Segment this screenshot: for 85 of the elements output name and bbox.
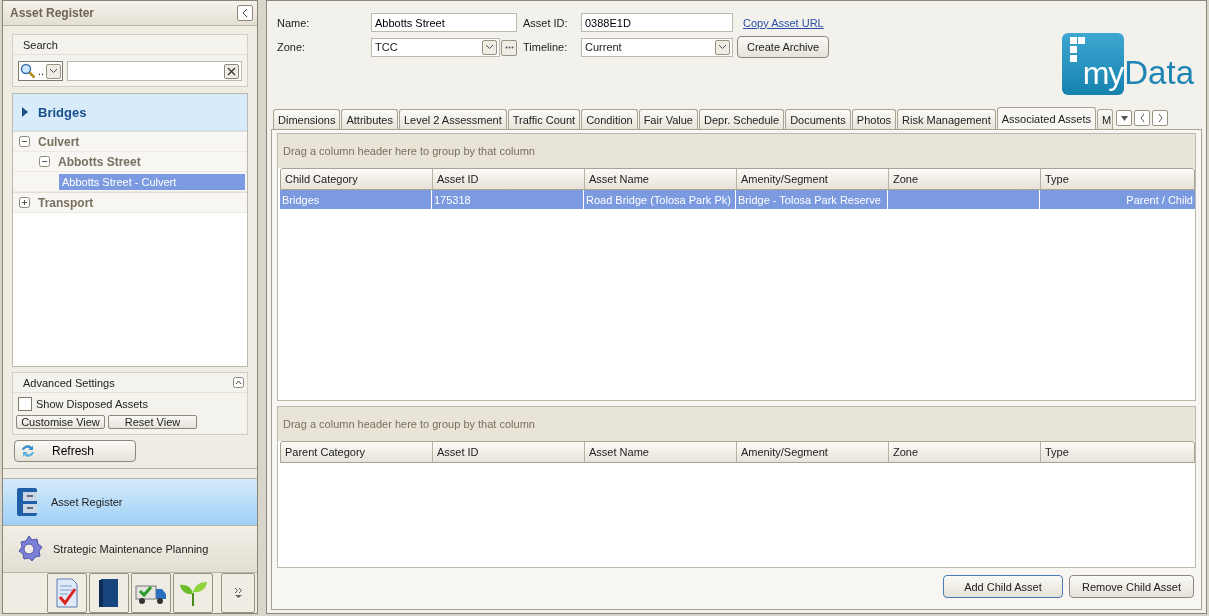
column-header[interactable]: Child Category bbox=[281, 169, 433, 189]
collapse-button[interactable] bbox=[237, 5, 253, 21]
refresh-icon bbox=[20, 443, 36, 459]
asset-id-field[interactable]: 0388E1D bbox=[581, 13, 733, 32]
dropdown-icon[interactable] bbox=[482, 39, 497, 55]
collapse-icon[interactable] bbox=[19, 136, 30, 147]
action-button[interactable]: Remove Child Asset bbox=[1068, 575, 1194, 598]
column-header[interactable]: Asset Name bbox=[585, 169, 737, 189]
collapse-icon[interactable] bbox=[39, 156, 50, 167]
checklist-icon bbox=[55, 578, 79, 608]
column-header[interactable]: Asset Name bbox=[585, 442, 737, 462]
table-cell: Parent / Child bbox=[1126, 193, 1193, 206]
tree-item[interactable]: Transport bbox=[35, 194, 97, 211]
zone-dropdown[interactable]: TCC bbox=[371, 37, 500, 57]
collapse-icon[interactable] bbox=[233, 377, 244, 388]
expand-icon[interactable] bbox=[19, 197, 30, 208]
toolbar-button[interactable] bbox=[131, 573, 171, 613]
seedling-icon bbox=[178, 579, 208, 607]
group-hint: Drag a column header here to group by that column bbox=[283, 145, 535, 157]
column-header[interactable]: Zone bbox=[889, 169, 1041, 189]
name-field[interactable]: Abbotts Street bbox=[371, 13, 517, 32]
tab[interactable]: Associated Assets bbox=[996, 107, 1096, 129]
book-icon bbox=[98, 578, 120, 608]
timeline-dropdown[interactable]: Current bbox=[581, 37, 733, 57]
copy-url-link[interactable]: Copy Asset URL bbox=[743, 16, 830, 29]
view-button[interactable]: Reset View bbox=[108, 415, 197, 429]
tab[interactable]: Documents bbox=[785, 109, 851, 129]
tab[interactable]: Depr. Schedule bbox=[698, 109, 785, 129]
dropdown-icon[interactable] bbox=[46, 63, 62, 79]
search-mode-dropdown[interactable]: .. bbox=[18, 61, 64, 81]
chevron-double-icon bbox=[233, 587, 243, 599]
action-button[interactable]: Add Child Asset bbox=[942, 575, 1063, 598]
clear-icon[interactable] bbox=[224, 63, 239, 79]
table-cell: Bridges bbox=[282, 193, 320, 206]
checkbox-label: Show Disposed Assets bbox=[36, 398, 148, 410]
table-cell: Road Bridge (Tolosa Park Pk) bbox=[586, 193, 731, 206]
tab[interactable]: Level 2 Assessment bbox=[398, 109, 507, 129]
tab[interactable]: Risk Management bbox=[897, 109, 996, 129]
column-header[interactable]: Asset ID bbox=[433, 169, 585, 189]
nav-item[interactable]: Strategic Maintenance Planning bbox=[3, 525, 257, 572]
group-hint: Drag a column header here to group by that column bbox=[283, 418, 535, 430]
tree-item[interactable]: Abbotts Street bbox=[55, 153, 144, 170]
tab-list-button[interactable] bbox=[1116, 110, 1133, 126]
field-label: Asset ID: bbox=[523, 16, 569, 29]
column-header[interactable]: Parent Category bbox=[281, 442, 433, 462]
tab[interactable]: Traffic Count bbox=[507, 109, 581, 129]
chevron-left-icon bbox=[1139, 114, 1145, 122]
dropdown-icon[interactable] bbox=[715, 39, 730, 55]
panel-title: Asset Register bbox=[10, 6, 95, 20]
search-icon bbox=[20, 63, 36, 79]
table-cell: Bridge - Tolosa Park Reserve bbox=[738, 193, 881, 206]
section-title: Advanced Settings bbox=[23, 376, 115, 389]
more-button[interactable] bbox=[221, 573, 255, 613]
tree-item[interactable]: Culvert bbox=[35, 133, 83, 150]
view-button[interactable]: Customise View bbox=[16, 415, 105, 429]
field-label: Name: bbox=[277, 16, 311, 29]
tab[interactable]: Dimensions bbox=[273, 109, 341, 129]
chevron-left-icon bbox=[241, 8, 249, 18]
caret-down-icon bbox=[1120, 115, 1128, 121]
create-archive-button[interactable]: Create Archive bbox=[737, 36, 830, 58]
refresh-button[interactable]: Refresh bbox=[14, 440, 136, 462]
column-header[interactable]: Amenity/Segment bbox=[737, 442, 889, 462]
tab[interactable]: Photos bbox=[851, 109, 897, 129]
ellipsis-icon bbox=[504, 46, 514, 49]
tab[interactable]: Attributes bbox=[341, 109, 398, 129]
logo: myData bbox=[1062, 14, 1194, 95]
nav-item[interactable]: Asset Register bbox=[3, 478, 257, 525]
column-header[interactable]: Type bbox=[1041, 169, 1194, 189]
column-header[interactable]: Asset ID bbox=[433, 442, 585, 462]
search-label: Search bbox=[23, 38, 58, 51]
tab[interactable]: Fair Value bbox=[638, 109, 698, 129]
tab[interactable]: Condition bbox=[581, 109, 638, 129]
search-field[interactable] bbox=[67, 61, 242, 81]
field-label: Timeline: bbox=[523, 41, 569, 53]
checkbox[interactable] bbox=[18, 397, 32, 411]
column-header[interactable]: Zone bbox=[889, 442, 1041, 462]
table-cell: 175318 bbox=[434, 193, 471, 206]
category-header[interactable]: Bridges bbox=[13, 94, 247, 131]
chevron-right-icon bbox=[1157, 114, 1163, 122]
tab[interactable]: M bbox=[1097, 109, 1114, 129]
scroll-right-button[interactable] bbox=[1152, 110, 1169, 126]
column-header[interactable]: Type bbox=[1041, 442, 1194, 462]
field-label: Zone: bbox=[277, 41, 307, 53]
column-header[interactable]: Amenity/Segment bbox=[737, 169, 889, 189]
toolbar-button[interactable] bbox=[89, 573, 129, 613]
